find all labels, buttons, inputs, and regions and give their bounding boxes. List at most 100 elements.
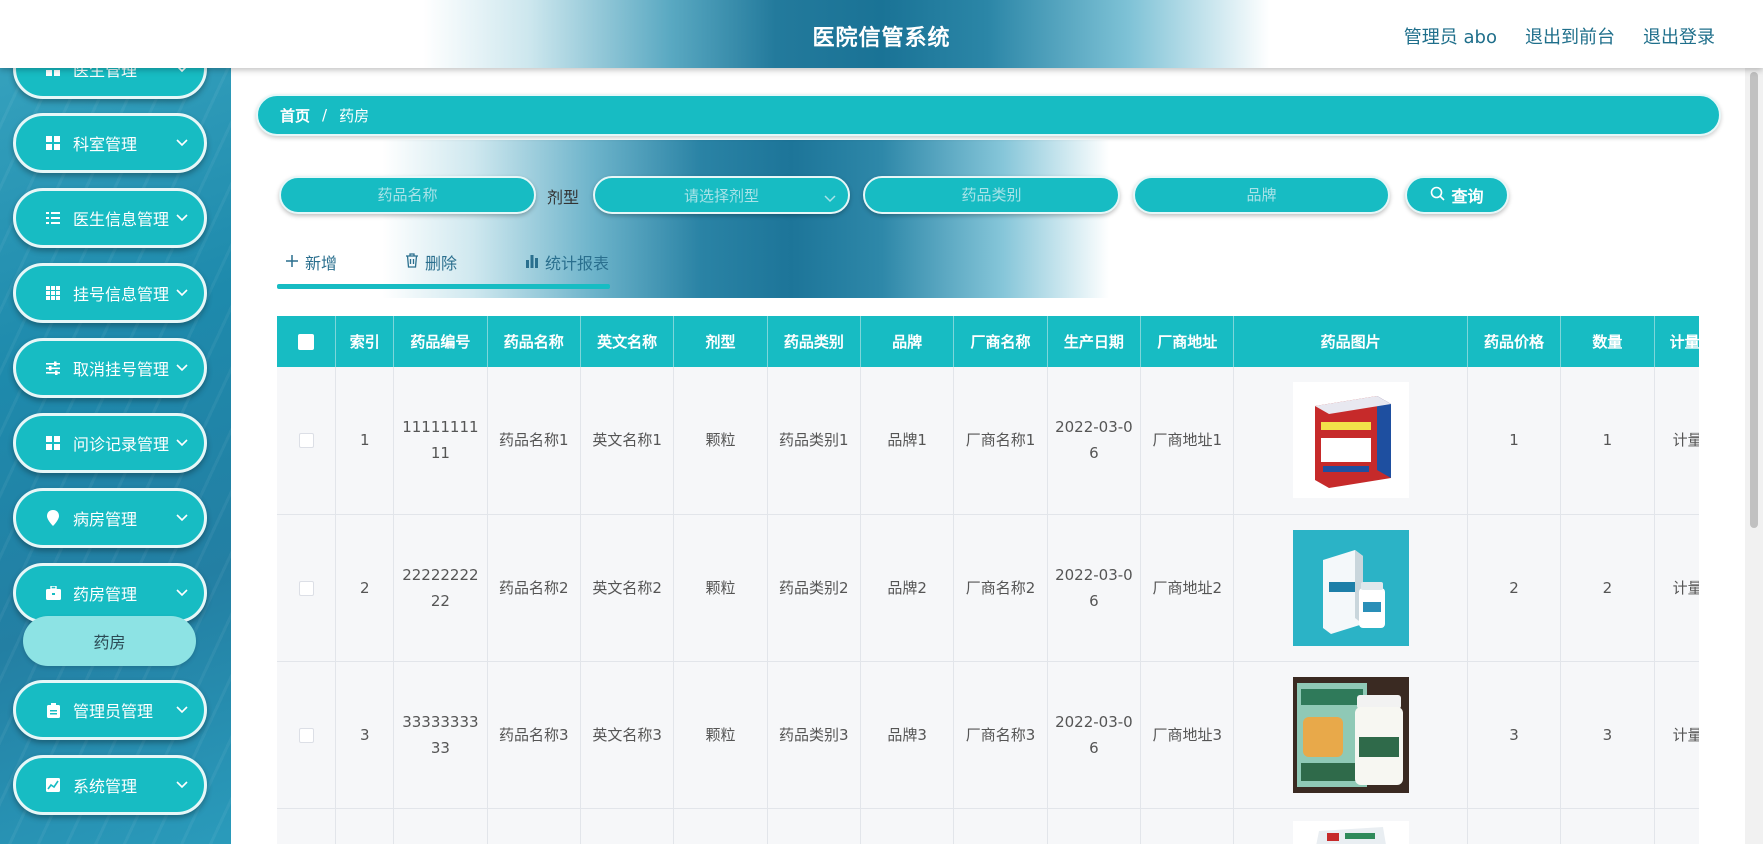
select-all-checkbox[interactable] bbox=[298, 334, 315, 350]
row-checkbox[interactable] bbox=[298, 580, 314, 596]
sidebar-item-system[interactable]: 系统管理 bbox=[13, 755, 207, 815]
sidebar-item-admin[interactable]: 管理员管理 bbox=[13, 680, 207, 740]
cell-qty: 3 bbox=[1560, 661, 1655, 809]
breadcrumb-separator: / bbox=[322, 106, 328, 124]
cell-index: 3 bbox=[335, 661, 395, 809]
search-button-label: 查询 bbox=[1451, 187, 1484, 206]
column-header[interactable]: 英文名称 bbox=[580, 316, 675, 367]
cell-price: 3 bbox=[1467, 661, 1562, 809]
chevron-down-icon bbox=[824, 189, 836, 207]
sidebar-item-cancel-registration[interactable]: 取消挂号管理 bbox=[13, 338, 207, 398]
report-button-label: 统计报表 bbox=[545, 254, 610, 273]
drug-category-input[interactable] bbox=[863, 176, 1120, 214]
table-cell bbox=[1047, 808, 1142, 844]
logout-link[interactable]: 退出登录 bbox=[1643, 23, 1715, 49]
cell-index: 1 bbox=[335, 367, 395, 515]
bar-chart-icon bbox=[525, 253, 539, 272]
add-button-label: 新增 bbox=[305, 254, 338, 273]
cell-category: 药品类别1 bbox=[767, 367, 862, 515]
cell-qty: 2 bbox=[1560, 514, 1655, 662]
cell-en-name: 英文名称2 bbox=[580, 514, 675, 662]
column-header[interactable]: 厂商名称 bbox=[953, 316, 1048, 367]
table-cell bbox=[767, 808, 862, 844]
column-header[interactable]: 厂商地址 bbox=[1140, 316, 1235, 367]
sidebar-item-doctor-info[interactable]: 医生信息管理 bbox=[13, 188, 207, 248]
drug-box-image[interactable] bbox=[1292, 529, 1409, 646]
table-row[interactable]: 3 3333333333 药品名称3 英文名称3 颗粒 药品类别3 品牌3 厂商… bbox=[277, 661, 1699, 809]
chevron-down-icon bbox=[174, 210, 190, 226]
drug-box-image[interactable] bbox=[1292, 676, 1409, 793]
dosage-select[interactable]: 请选择剂型 bbox=[593, 176, 850, 214]
column-header[interactable]: 剂型 bbox=[673, 316, 768, 367]
table-cell bbox=[860, 808, 955, 844]
cell-address: 厂商地址1 bbox=[1140, 367, 1235, 515]
column-header[interactable]: 药品类别 bbox=[767, 316, 862, 367]
table-row[interactable] bbox=[277, 808, 1699, 844]
sidebar-item-label: 系统管理 bbox=[73, 777, 138, 796]
cell-date: 2022-03-06 bbox=[1047, 367, 1142, 515]
cell-name: 药品名称2 bbox=[487, 514, 581, 662]
column-header[interactable]: 品牌 bbox=[860, 316, 955, 367]
cell-brand: 品牌2 bbox=[860, 514, 955, 662]
exit-to-frontend-link[interactable]: 退出到前台 bbox=[1525, 23, 1615, 49]
trash-icon bbox=[405, 252, 419, 272]
search-button[interactable]: 查询 bbox=[1405, 176, 1509, 214]
drug-box-image[interactable] bbox=[1292, 382, 1409, 499]
table-cell bbox=[580, 808, 675, 844]
add-button[interactable]: 新增 bbox=[285, 250, 337, 274]
column-header[interactable]: 药品名称 bbox=[487, 316, 581, 367]
cell-code: 1111111111 bbox=[393, 367, 488, 515]
sidebar-item-department[interactable]: 科室管理 bbox=[13, 113, 207, 173]
cell-maker: 厂商名称1 bbox=[953, 367, 1048, 515]
sliders-icon bbox=[45, 360, 61, 376]
sidebar-item-label: 问诊记录管理 bbox=[73, 435, 170, 454]
table-row[interactable]: 2 2222222222 药品名称2 英文名称2 颗粒 药品类别2 品牌2 厂商… bbox=[277, 514, 1699, 662]
cell-price: 2 bbox=[1467, 514, 1562, 662]
column-header[interactable]: 药品编号 bbox=[393, 316, 488, 367]
table-cell bbox=[487, 808, 581, 844]
admin-user-link[interactable]: 管理员 abo bbox=[1404, 23, 1497, 49]
column-header[interactable]: 索引 bbox=[335, 316, 395, 367]
cell-dosage: 颗粒 bbox=[673, 661, 768, 809]
chevron-down-icon bbox=[174, 135, 190, 151]
sidebar-item-registration[interactable]: 挂号信息管理 bbox=[13, 263, 207, 323]
cell-date: 2022-03-06 bbox=[1047, 514, 1142, 662]
chevron-down-icon bbox=[174, 585, 190, 601]
drug-box-image[interactable] bbox=[1292, 820, 1409, 844]
table-row[interactable]: 1 1111111111 药品名称1 英文名称1 颗粒 药品类别1 品牌1 厂商… bbox=[277, 367, 1699, 515]
top-header: 医院信管系统 管理员 abo 退出到前台 退出登录 bbox=[0, 0, 1763, 68]
dosage-select-placeholder: 请选择剂型 bbox=[683, 186, 759, 205]
sidebar-item-label: 药房管理 bbox=[73, 585, 138, 604]
sidebar-item-consultation[interactable]: 问诊记录管理 bbox=[13, 413, 207, 473]
sidebar-item-ward[interactable]: 病房管理 bbox=[13, 488, 207, 548]
breadcrumb-home[interactable]: 首页 bbox=[280, 105, 310, 126]
column-header[interactable]: 数量 bbox=[1560, 316, 1655, 367]
row-checkbox[interactable] bbox=[298, 433, 314, 449]
sidebar-item-label: 科室管理 bbox=[73, 135, 138, 154]
header-links: 管理员 abo 退出到前台 退出登录 bbox=[1404, 23, 1715, 49]
drug-name-input[interactable] bbox=[279, 176, 536, 214]
cell-brand: 品牌1 bbox=[860, 367, 955, 515]
sidebar-item-label: 挂号信息管理 bbox=[73, 285, 170, 304]
row-select-cell bbox=[277, 808, 337, 844]
breadcrumb-current: 药房 bbox=[339, 106, 370, 125]
page-scrollbar[interactable] bbox=[1745, 68, 1763, 844]
column-header[interactable]: 药品价格 bbox=[1467, 316, 1562, 367]
chevron-down-icon bbox=[174, 435, 190, 451]
column-header[interactable]: 药品图片 bbox=[1233, 316, 1468, 367]
clipboard-icon bbox=[45, 702, 61, 718]
sidebar-item-label: 管理员管理 bbox=[73, 702, 154, 721]
row-checkbox[interactable] bbox=[298, 727, 314, 743]
delete-button[interactable]: 删除 bbox=[383, 250, 457, 274]
chevron-down-icon bbox=[174, 360, 190, 376]
report-button[interactable]: 统计报表 bbox=[503, 250, 609, 274]
scrollbar-thumb[interactable] bbox=[1750, 72, 1758, 528]
brand-input[interactable] bbox=[1133, 176, 1390, 214]
cell-name: 药品名称3 bbox=[487, 661, 581, 809]
sidebar-item-pharmacy-mgmt[interactable]: 药房管理 bbox=[13, 563, 207, 623]
delete-button-label: 删除 bbox=[425, 254, 458, 273]
column-header[interactable]: 生产日期 bbox=[1047, 316, 1142, 367]
column-header[interactable]: 计量单 bbox=[1654, 316, 1699, 367]
sidebar-subitem-pharmacy[interactable]: 药房 bbox=[23, 616, 196, 666]
cell-en-name: 英文名称1 bbox=[580, 367, 675, 515]
